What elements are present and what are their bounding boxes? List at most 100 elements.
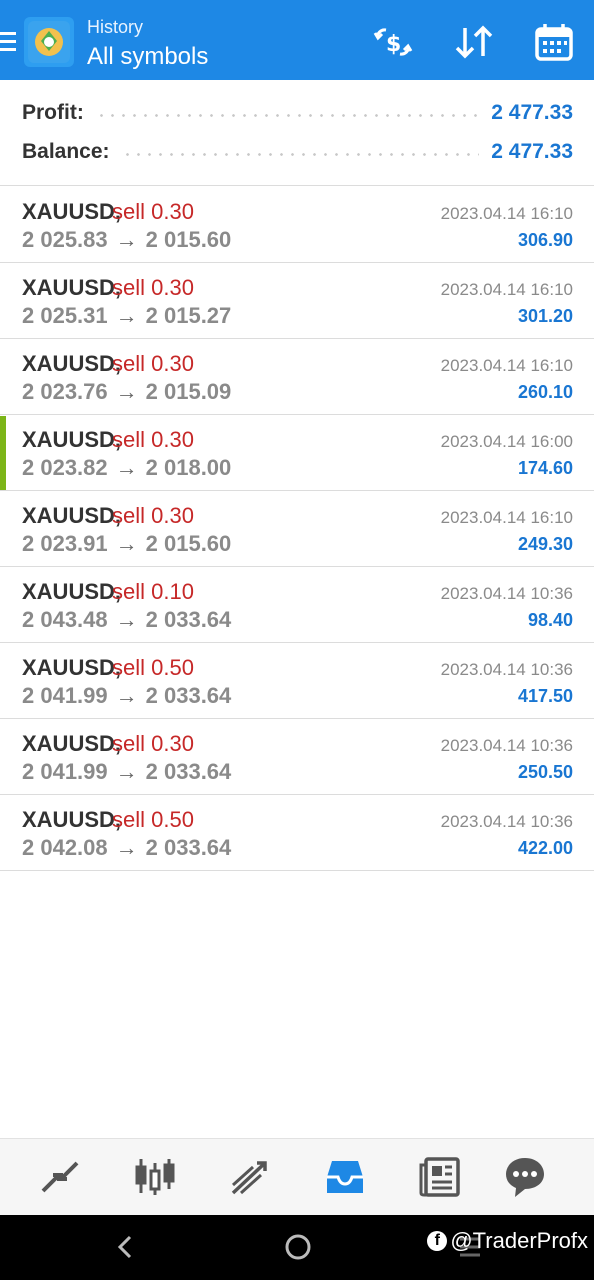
open-price: 2 023.82 bbox=[22, 455, 108, 480]
deal-row[interactable]: XAUUSD, sell 0.30 2 023.76 → 2 015.09 2023.04… bbox=[0, 339, 594, 415]
home-icon[interactable] bbox=[280, 1229, 316, 1265]
news-icon[interactable] bbox=[418, 1155, 464, 1199]
deals-list: XAUUSD, sell 0.30 2 025.83 → 2 015.60 2023.04… bbox=[0, 187, 594, 871]
close-price: 2 015.27 bbox=[145, 303, 232, 328]
arrow-icon: → bbox=[115, 607, 138, 632]
balance-row: Balance: 2 477.33 bbox=[22, 137, 573, 167]
quotes-icon[interactable] bbox=[37, 1155, 83, 1199]
arrow-icon: → bbox=[115, 683, 138, 708]
deal-symbol: XAUUSD, bbox=[22, 351, 122, 376]
open-price: 2 023.76 bbox=[22, 379, 108, 404]
dotted-leader bbox=[121, 152, 480, 156]
metatrader-logo bbox=[24, 17, 74, 67]
deal-time: 2023.04.14 16:10 bbox=[440, 356, 573, 375]
arrow-icon: → bbox=[115, 227, 138, 252]
currency-exchange-icon[interactable]: $ bbox=[371, 20, 415, 64]
deal-type: sell 0.30 bbox=[112, 503, 194, 528]
deal-prices: 2 023.76 → 2 015.09 bbox=[22, 379, 231, 405]
deal-prices: 2 043.48 → 2 033.64 bbox=[22, 607, 231, 633]
deal-symbol: XAUUSD, bbox=[22, 275, 122, 300]
profit-label: Profit: bbox=[22, 101, 84, 124]
back-icon[interactable] bbox=[108, 1229, 144, 1265]
deal-row[interactable]: XAUUSD, sell 0.30 2 023.82 → 2 018.00 2023.04… bbox=[0, 415, 594, 491]
deal-time: 2023.04.14 10:36 bbox=[440, 736, 573, 755]
deal-prices: 2 023.91 → 2 015.60 bbox=[22, 531, 231, 557]
deal-type: sell 0.30 bbox=[112, 199, 194, 224]
open-price: 2 025.83 bbox=[22, 227, 108, 252]
balance-label: Balance: bbox=[22, 140, 110, 163]
arrow-icon: → bbox=[115, 379, 138, 404]
calendar-icon[interactable] bbox=[532, 20, 576, 64]
profit-row: Profit: 2 477.33 bbox=[22, 98, 573, 128]
deal-prices: 2 042.08 → 2 033.64 bbox=[22, 835, 231, 861]
deal-time: 2023.04.14 16:10 bbox=[440, 204, 573, 223]
account-summary: Profit: 2 477.33 Balance: 2 477.33 bbox=[0, 80, 594, 186]
close-price: 2 015.09 bbox=[145, 379, 232, 404]
arrow-icon: → bbox=[115, 303, 138, 328]
close-price: 2 033.64 bbox=[145, 835, 232, 860]
deal-profit: 260.10 bbox=[517, 382, 573, 402]
deal-time: 2023.04.14 10:36 bbox=[440, 584, 573, 603]
deal-time: 2023.04.14 16:00 bbox=[440, 432, 573, 451]
deal-prices: 2 023.82 → 2 018.00 bbox=[22, 455, 231, 481]
deal-profit: 98.40 bbox=[527, 610, 573, 630]
arrow-icon: → bbox=[115, 759, 138, 784]
header-subtitle: History bbox=[87, 17, 144, 37]
menu-icon[interactable] bbox=[0, 32, 18, 54]
deal-row[interactable]: XAUUSD, sell 0.50 2 041.99 → 2 033.64 2023.04… bbox=[0, 643, 594, 719]
deal-symbol: XAUUSD, bbox=[22, 199, 122, 224]
close-price: 2 033.64 bbox=[145, 607, 232, 632]
arrow-icon: → bbox=[115, 835, 138, 860]
deal-row[interactable]: XAUUSD, sell 0.50 2 042.08 → 2 033.64 2023.04… bbox=[0, 795, 594, 871]
deal-profit: 301.20 bbox=[517, 306, 573, 326]
deal-time: 2023.04.14 16:10 bbox=[440, 280, 573, 299]
deal-row[interactable]: XAUUSD, sell 0.30 2 041.99 → 2 033.64 2023.04… bbox=[0, 719, 594, 795]
header-title[interactable]: All symbols bbox=[87, 40, 208, 74]
deal-type: sell 0.30 bbox=[112, 351, 194, 376]
facebook-icon: f bbox=[427, 1231, 448, 1251]
deal-time: 2023.04.14 10:36 bbox=[440, 660, 573, 679]
deal-row[interactable]: XAUUSD, sell 0.10 2 043.48 → 2 033.64 2023.04… bbox=[0, 567, 594, 643]
deal-type: sell 0.30 bbox=[112, 731, 194, 756]
messages-icon[interactable] bbox=[502, 1155, 548, 1199]
open-price: 2 023.91 bbox=[22, 531, 108, 556]
arrow-icon: → bbox=[115, 455, 138, 480]
watermark: f @TraderProfx bbox=[427, 1228, 588, 1254]
balance-value: 2 477.33 bbox=[491, 140, 573, 163]
bottom-navigation bbox=[0, 1138, 594, 1215]
deal-row[interactable]: XAUUSD, sell 0.30 2 025.83 → 2 015.60 2023.04… bbox=[0, 187, 594, 263]
sort-icon[interactable] bbox=[452, 20, 496, 64]
profit-value: 2 477.33 bbox=[491, 101, 573, 124]
deal-profit: 306.90 bbox=[517, 230, 573, 250]
deal-row[interactable]: XAUUSD, sell 0.30 2 025.31 → 2 015.27 2023.04… bbox=[0, 263, 594, 339]
close-price: 2 015.60 bbox=[145, 531, 232, 556]
watermark-text: @TraderProfx bbox=[450, 1228, 588, 1253]
deal-time: 2023.04.14 10:36 bbox=[440, 812, 573, 831]
deal-profit: 422.00 bbox=[517, 838, 573, 858]
deal-symbol: XAUUSD, bbox=[22, 427, 122, 452]
close-price: 2 015.60 bbox=[145, 227, 232, 252]
deal-profit: 417.50 bbox=[517, 686, 573, 706]
history-icon[interactable] bbox=[322, 1155, 368, 1199]
deal-type: sell 0.50 bbox=[112, 655, 194, 680]
deal-time: 2023.04.14 16:10 bbox=[440, 508, 573, 527]
dotted-leader bbox=[95, 113, 480, 117]
deal-row[interactable]: XAUUSD, sell 0.30 2 023.91 → 2 015.60 2023.04… bbox=[0, 491, 594, 567]
deal-symbol: XAUUSD, bbox=[22, 579, 122, 604]
open-price: 2 025.31 bbox=[22, 303, 108, 328]
arrow-icon: → bbox=[115, 531, 138, 556]
close-price: 2 033.64 bbox=[145, 683, 232, 708]
system-navigation-bar: f @TraderProfx bbox=[0, 1215, 594, 1280]
close-price: 2 033.64 bbox=[145, 759, 232, 784]
deal-symbol: XAUUSD, bbox=[22, 731, 122, 756]
trade-icon[interactable] bbox=[227, 1155, 273, 1199]
deal-symbol: XAUUSD, bbox=[22, 503, 122, 528]
deal-symbol: XAUUSD, bbox=[22, 655, 122, 680]
close-price: 2 018.00 bbox=[145, 455, 232, 480]
deal-type: sell 0.50 bbox=[112, 807, 194, 832]
deal-profit: 174.60 bbox=[517, 458, 573, 478]
deal-type: sell 0.30 bbox=[112, 275, 194, 300]
deal-type: sell 0.10 bbox=[112, 579, 194, 604]
open-price: 2 041.99 bbox=[22, 759, 108, 784]
chart-icon[interactable] bbox=[132, 1155, 178, 1199]
